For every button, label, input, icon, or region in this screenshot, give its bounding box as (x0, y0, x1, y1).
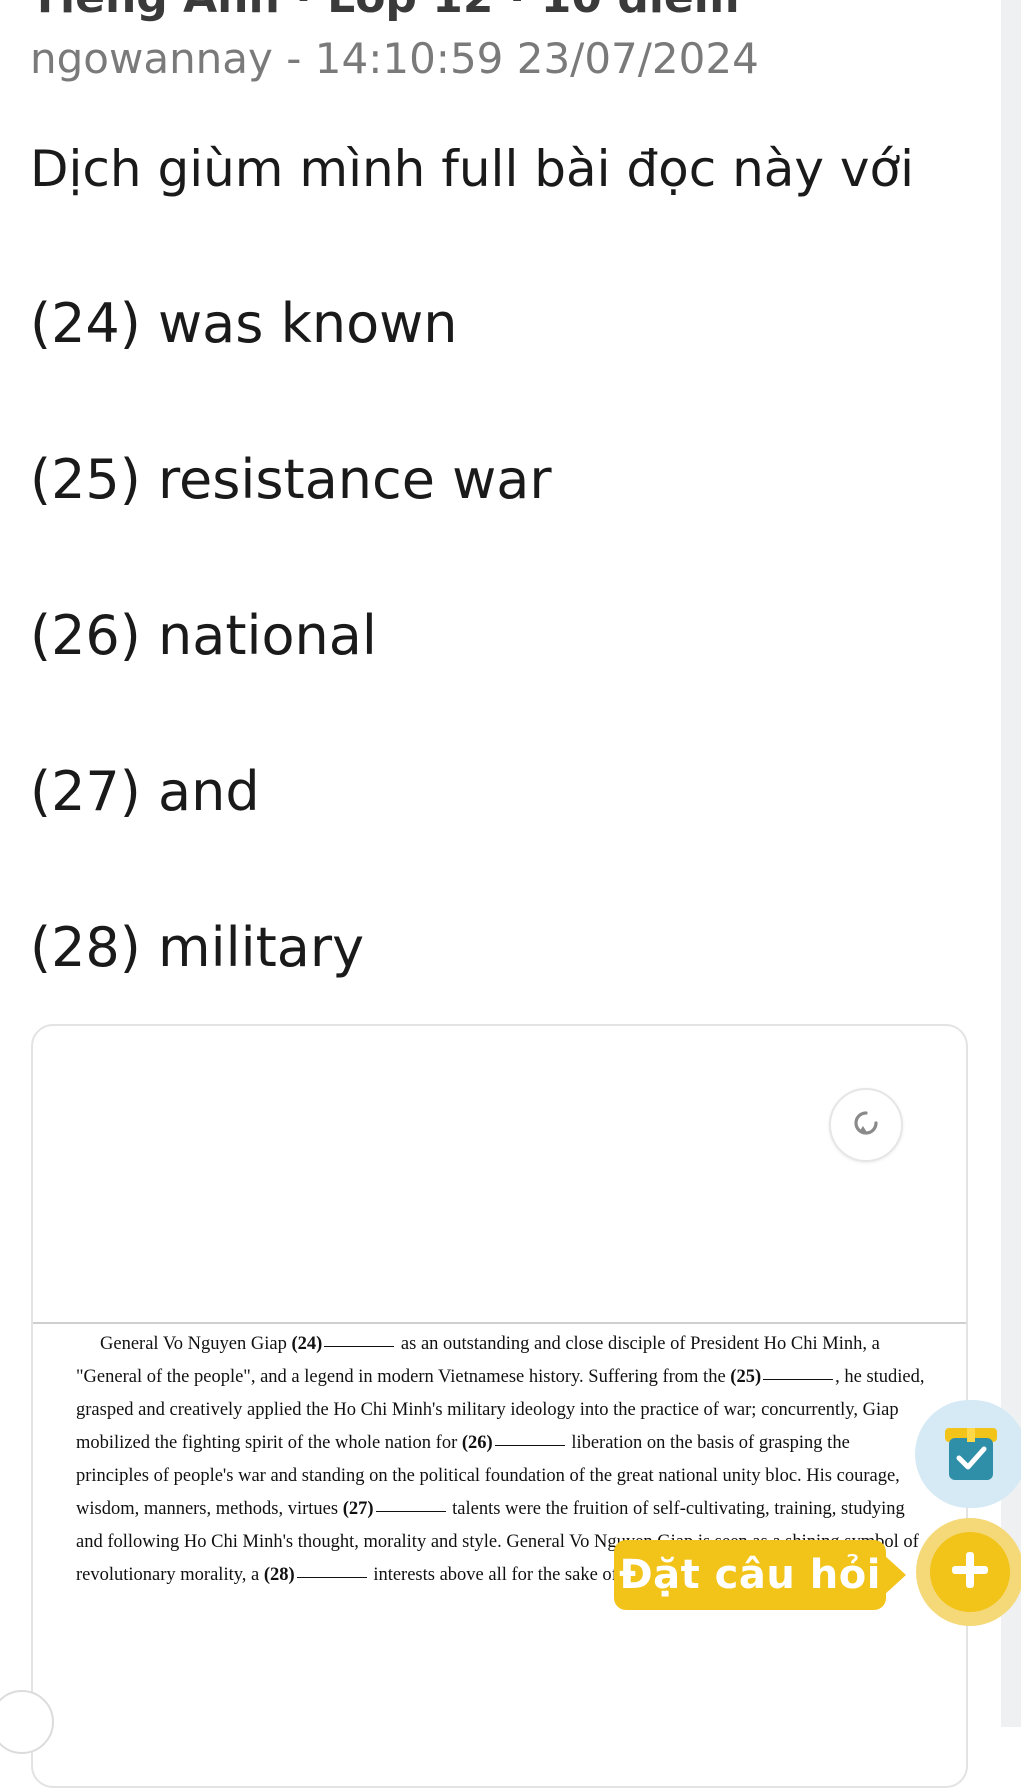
ask-question-button[interactable]: Đặt câu hỏi (614, 1540, 886, 1610)
refresh-icon (846, 1103, 886, 1147)
plus-icon (948, 1548, 992, 1596)
post-subject-line: Tiếng Anh · Lớp 12 · 10 điểm (30, 0, 740, 23)
gift-button[interactable] (915, 1400, 1021, 1508)
answer-line-28: (28) military (30, 916, 365, 979)
answer-line-26: (26) national (30, 604, 377, 667)
post-meta: ngowannay - 14:10:59 23/07/2024 (30, 34, 759, 83)
answer-line-27: (27) and (30, 760, 260, 823)
post-question: Dịch giùm mình full bài đọc này với (30, 140, 914, 198)
ask-pointer-arrow (884, 1555, 906, 1595)
image-top-edge (33, 1322, 966, 1324)
gift-check-icon (941, 1420, 1001, 1488)
answer-line-24: (24) was known (30, 292, 458, 355)
attached-image-card[interactable]: General Vo Nguyen Giap (24) as an outsta… (31, 1024, 968, 1788)
rotate-image-button[interactable] (829, 1088, 903, 1162)
add-question-button[interactable] (916, 1518, 1021, 1626)
answer-line-25: (25) resistance war (30, 448, 552, 511)
